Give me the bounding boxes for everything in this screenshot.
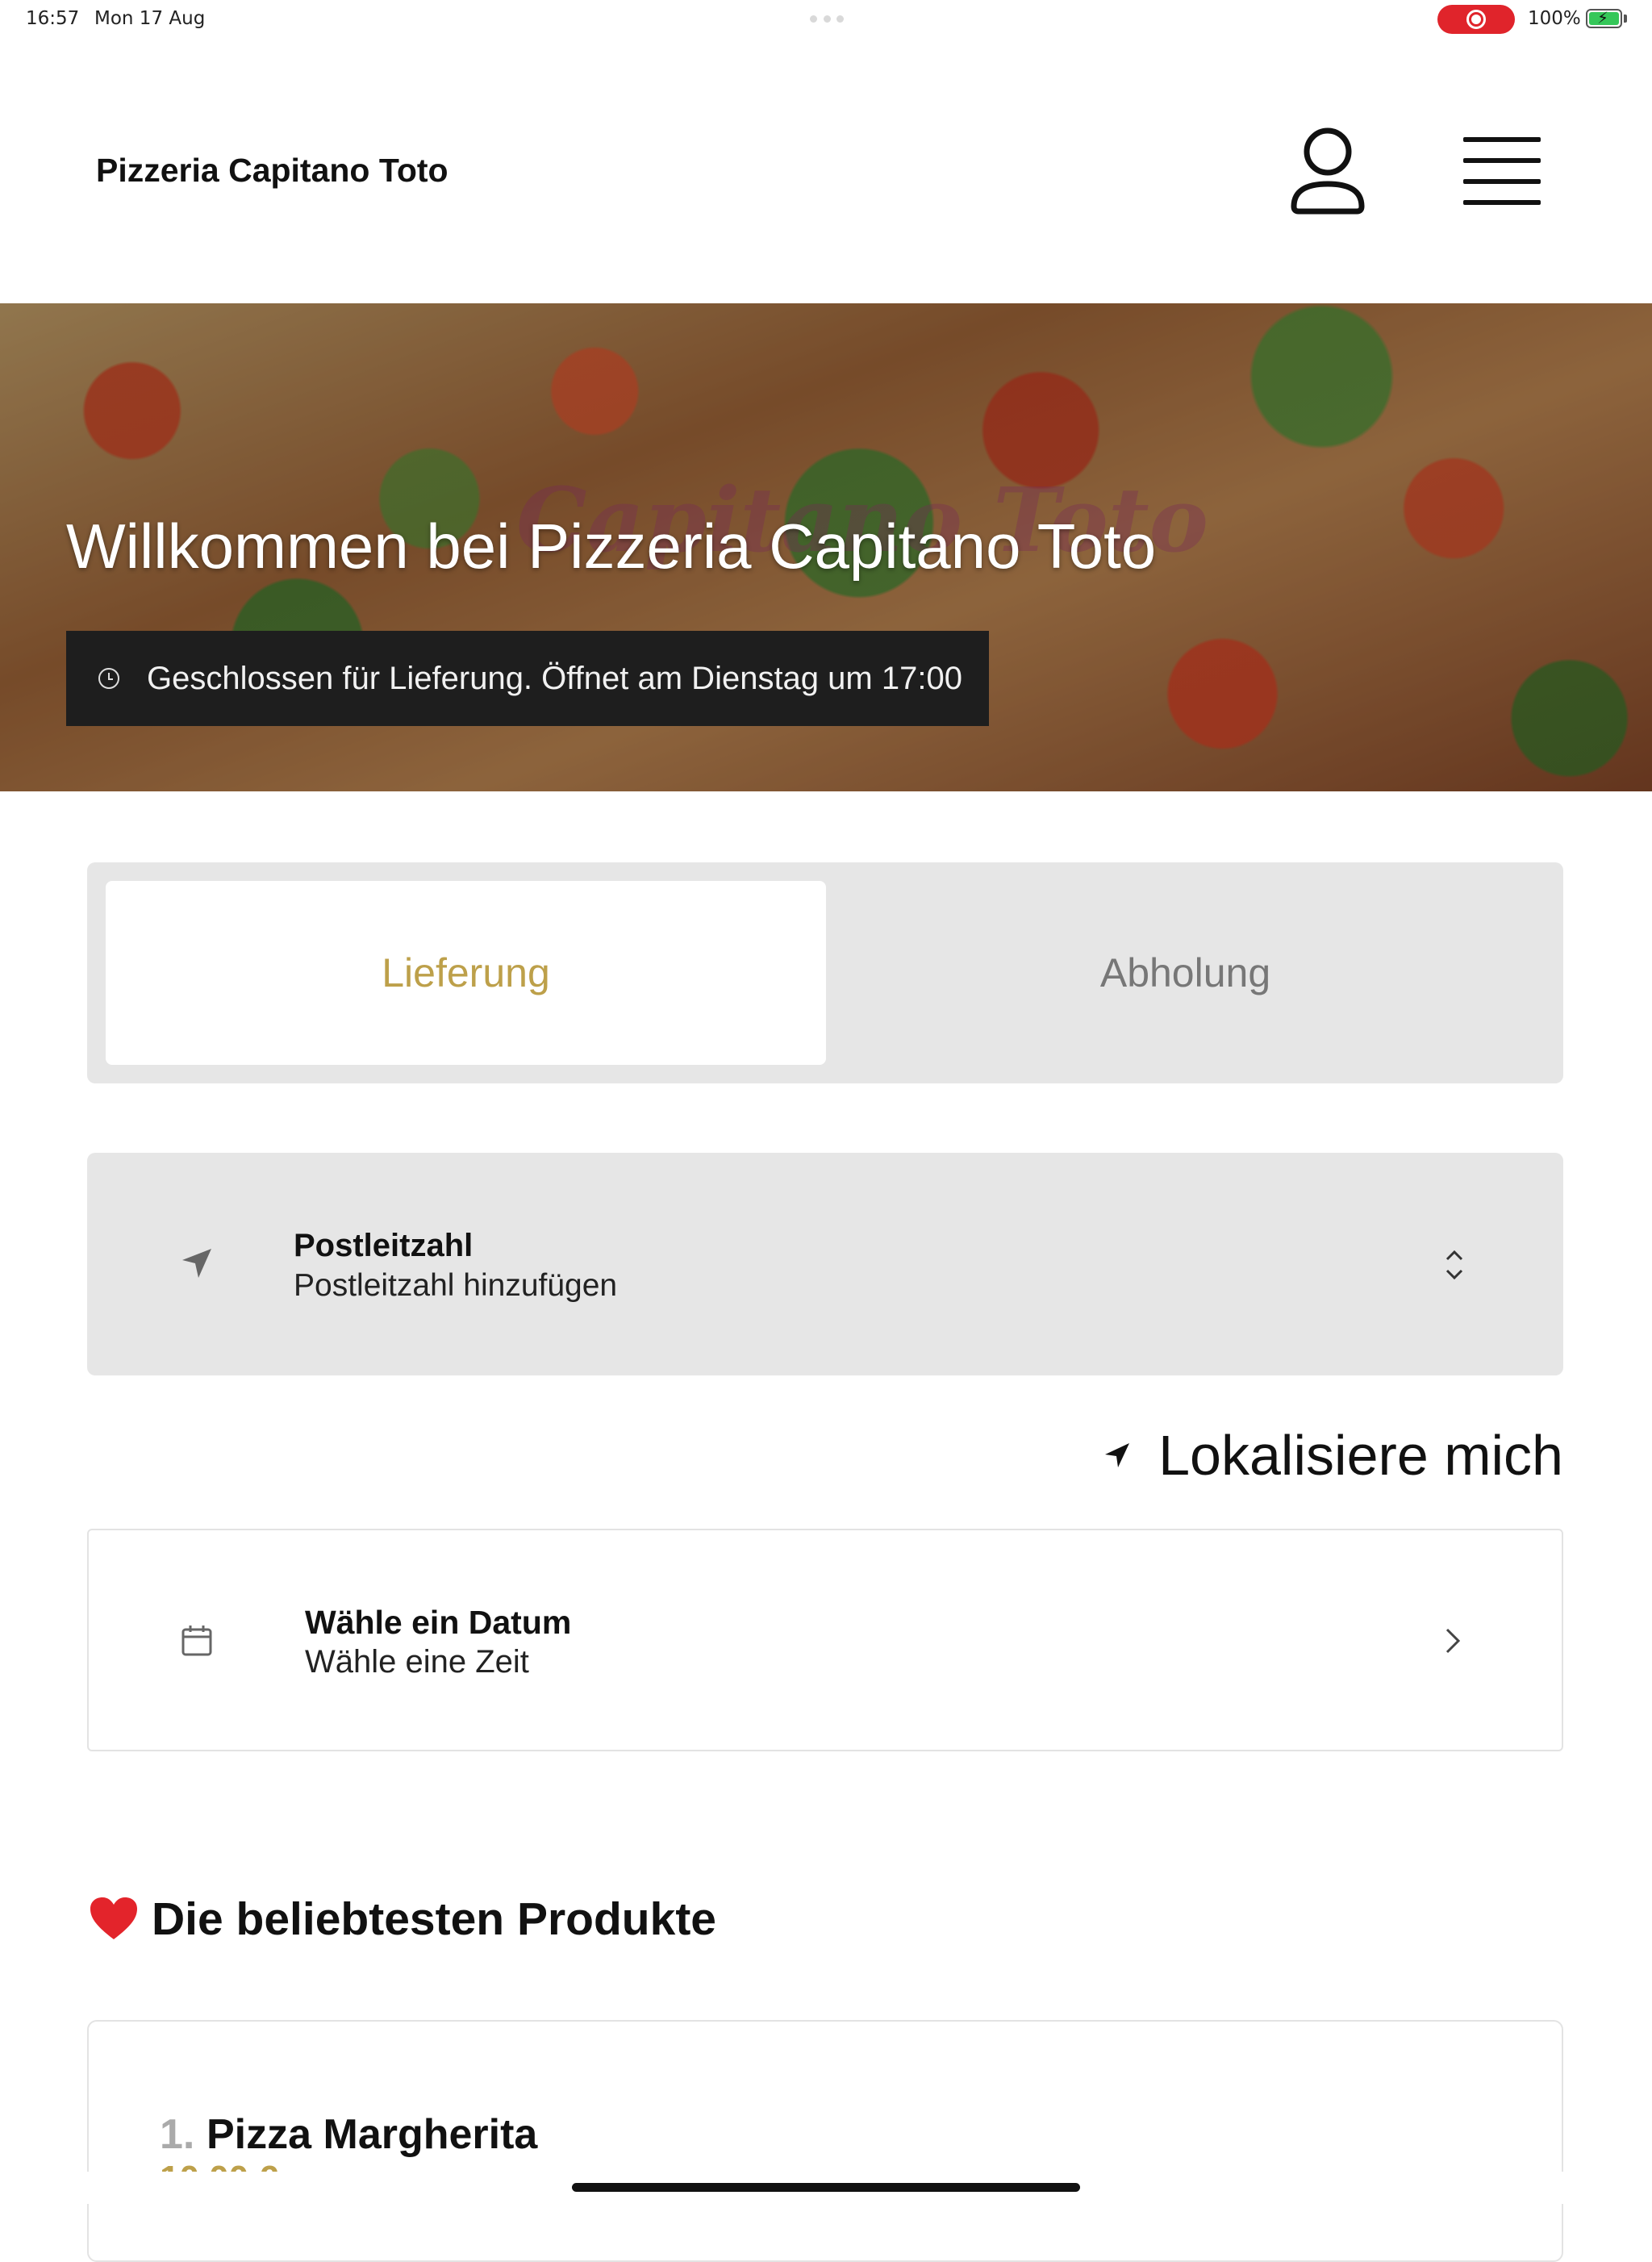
location-arrow-icon	[1105, 1443, 1130, 1467]
status-date: Mon 17 Aug	[94, 8, 206, 29]
date-label: Wähle ein Datum	[305, 1604, 572, 1641]
battery-cap	[1624, 15, 1627, 23]
battery-icon: ⚡	[1586, 9, 1622, 28]
location-arrow-icon	[182, 1249, 211, 1278]
chevron-right-icon	[1446, 1628, 1461, 1654]
tab-delivery[interactable]: Lieferung	[106, 881, 826, 1065]
postcode-label: Postleitzahl	[294, 1228, 473, 1263]
locate-me-button[interactable]: Lokalisiere mich	[1103, 1423, 1563, 1488]
user-account-button[interactable]	[1289, 126, 1366, 216]
hamburger-menu-button[interactable]	[1462, 137, 1542, 205]
status-time: 16:57	[26, 8, 80, 29]
closed-status-text: Geschlossen für Lieferung. Öffnet am Die…	[147, 660, 962, 696]
closed-status-banner: Geschlossen für Lieferung. Öffnet am Die…	[66, 631, 989, 726]
tab-pickup[interactable]: Abholung	[826, 881, 1545, 1065]
multitasking-dots-icon[interactable]	[810, 15, 844, 23]
product-name[interactable]: Pizza Margherita	[206, 2110, 537, 2159]
popular-products-title: Die beliebtesten Produkte	[152, 1893, 717, 1945]
hero-title: Willkommen bei Pizzeria Capitano Toto	[66, 511, 1157, 582]
home-indicator[interactable]	[572, 2183, 1080, 2192]
battery-percentage: 100%	[1528, 8, 1581, 29]
brand-title[interactable]: Pizzeria Capitano Toto	[96, 152, 448, 190]
chevron-up-down-icon	[1446, 1250, 1463, 1280]
time-label: Wähle eine Zeit	[305, 1644, 529, 1680]
postcode-selector[interactable]	[87, 1153, 1563, 1375]
calendar-icon	[181, 1626, 212, 1656]
person-icon	[1291, 127, 1365, 215]
heart-icon	[90, 1897, 137, 1939]
locate-me-label: Lokalisiere mich	[1158, 1424, 1563, 1487]
postcode-placeholder[interactable]: Postleitzahl hinzufügen	[294, 1268, 617, 1304]
product-rank: 1.	[160, 2111, 195, 2158]
screen-recording-icon[interactable]	[1437, 5, 1515, 34]
clock-icon	[98, 668, 119, 689]
